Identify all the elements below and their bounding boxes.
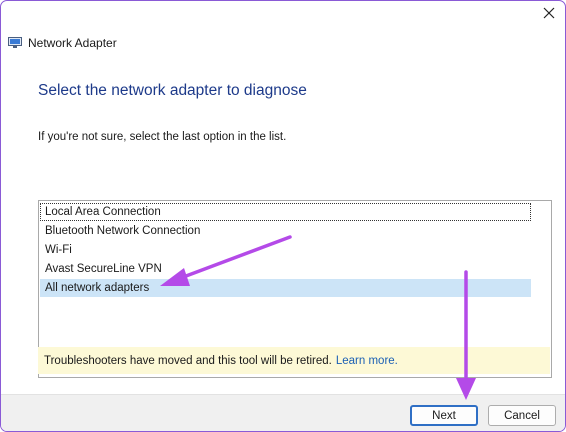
window-title: Network Adapter (28, 36, 117, 50)
list-item-avast-secureline-vpn[interactable]: Avast SecureLine VPN (40, 260, 531, 278)
learn-more-link[interactable]: Learn more. (336, 355, 398, 367)
page-heading: Select the network adapter to diagnose (38, 82, 307, 99)
dialog-window: Network Adapter Select the network adapt… (0, 0, 566, 432)
dialog-footer: Next Cancel (1, 394, 565, 431)
list-item-all-network-adapters[interactable]: All network adapters (40, 279, 531, 297)
info-message: Troubleshooters have moved and this tool… (44, 354, 332, 367)
list-item-bluetooth-network-connection[interactable]: Bluetooth Network Connection (40, 222, 531, 240)
list-item-wifi[interactable]: Wi-Fi (40, 241, 531, 259)
next-button[interactable]: Next (410, 405, 478, 426)
network-adapter-icon (8, 37, 22, 48)
title-bar: Network Adapter (8, 35, 117, 51)
retirement-info-bar: Troubleshooters have moved and this tool… (38, 347, 550, 374)
instruction-text: If you're not sure, select the last opti… (38, 131, 287, 143)
close-icon[interactable] (541, 5, 557, 21)
list-item-local-area-connection[interactable]: Local Area Connection (40, 203, 531, 221)
cancel-button[interactable]: Cancel (488, 405, 556, 426)
